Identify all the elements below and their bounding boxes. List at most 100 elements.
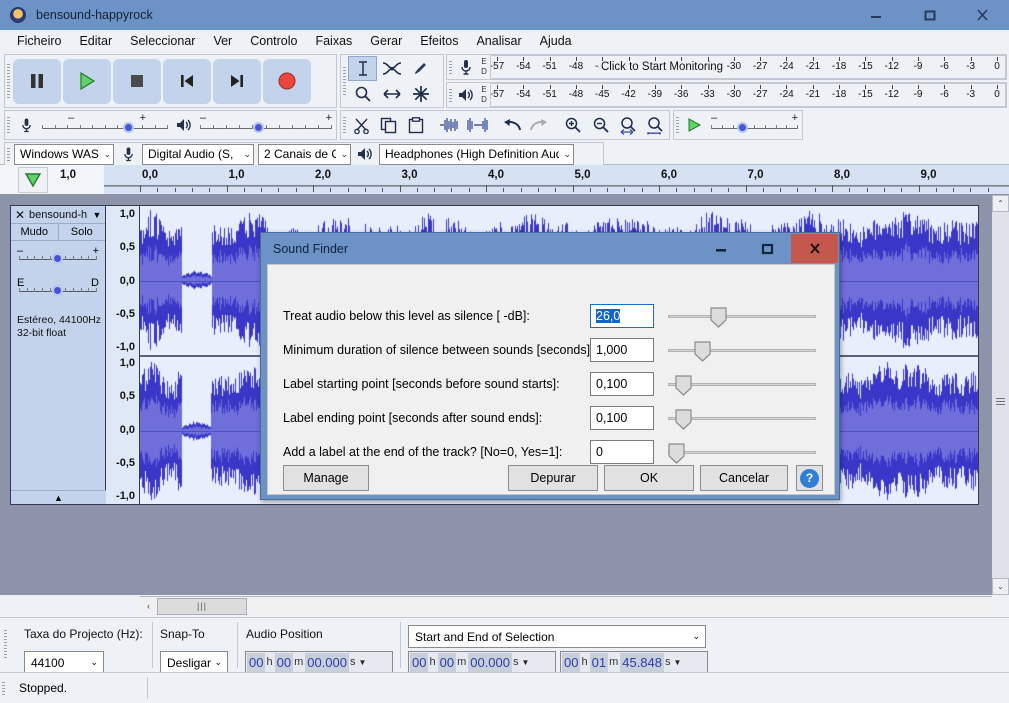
cancel-button[interactable]: Cancelar: [700, 465, 788, 491]
recording-meter-scale[interactable]: Click to Start Monitoring -57-54-51-48-4…: [490, 55, 1006, 79]
window-close-button[interactable]: [956, 0, 1009, 30]
paste-button[interactable]: [403, 112, 430, 138]
rec-vol-knob[interactable]: [123, 122, 134, 133]
menu-efeitos[interactable]: Efeitos: [411, 32, 467, 50]
label-end-input[interactable]: 0,100: [590, 406, 654, 430]
tools-toolbar-grip[interactable]: [341, 56, 348, 106]
window-maximize-button[interactable]: [903, 0, 956, 30]
fit-selection-button[interactable]: [614, 112, 641, 138]
track-collapse-button[interactable]: ▲: [11, 490, 106, 504]
zoom-out-button[interactable]: [587, 112, 614, 138]
solo-button[interactable]: Solo: [58, 224, 105, 240]
label-end-slider-thumb[interactable]: [674, 409, 692, 430]
track-close-button[interactable]: ✕: [11, 208, 29, 222]
menu-editar[interactable]: Editar: [70, 32, 121, 50]
mixer-toolbar-grip[interactable]: [5, 112, 12, 138]
snapto-select[interactable]: Desligar ⌄: [160, 651, 228, 674]
trim-outside-icon[interactable]: [437, 112, 464, 138]
menu-gerar[interactable]: Gerar: [361, 32, 411, 50]
recording-meter-toolbar[interactable]: ED Click to Start Monitoring -57 -54 -51 -4…: [446, 54, 1007, 80]
vertical-scrollbar[interactable]: ⌃ ⌄: [992, 195, 1009, 595]
playback-meter-grip[interactable]: [447, 84, 454, 106]
scroll-up-button[interactable]: ⌃: [992, 195, 1009, 212]
playback-meter-scale[interactable]: -57 -54 -51 -48 -45 -42 -39 -36 -33 -30 -27 -24 -21-…: [490, 83, 1006, 107]
audio-position-time[interactable]: 00 h 00 m 00.000 s ▼: [245, 651, 393, 673]
window-minimize-button[interactable]: [850, 0, 903, 30]
horizontal-scrollbar[interactable]: ‹ |||: [140, 596, 992, 615]
selection-end-time[interactable]: 00 h 01 m 45.848 s ▼: [560, 651, 708, 673]
ok-button[interactable]: OK: [604, 465, 694, 491]
menu-faixas[interactable]: Faixas: [306, 32, 361, 50]
project-rate-select[interactable]: 44100 ⌄: [24, 651, 104, 674]
edit-toolbar-grip[interactable]: [341, 112, 348, 138]
track-vertical-ruler[interactable]: 1,0 0,5 0,0 -0,5 -1,0 1,0 0,5 0,0 -0,5 -1,0: [106, 206, 140, 504]
redo-arrow-icon[interactable]: [526, 112, 553, 138]
selection-toolbar-grip[interactable]: [2, 620, 9, 668]
play-speed-grip[interactable]: [674, 112, 681, 138]
playback-meter-toolbar[interactable]: ED -57 -54 -51 -48 -45 -42 -39 -36 -33 -30 -27 -24-…: [446, 82, 1007, 108]
track-menu-dropdown-icon[interactable]: ▼: [89, 210, 105, 220]
label-start-input[interactable]: 0,100: [590, 372, 654, 396]
magnifier-icon[interactable]: [348, 81, 377, 106]
debug-button[interactable]: Depurar: [508, 465, 598, 491]
recording-meter-grip[interactable]: [447, 56, 454, 78]
copy-button[interactable]: [375, 112, 402, 138]
gain-knob[interactable]: [52, 253, 63, 264]
track-gain-slider[interactable]: – +: [17, 245, 99, 268]
skip-to-end-button[interactable]: [213, 58, 261, 104]
vertical-scroll-thumb[interactable]: [996, 398, 1005, 407]
menu-ajuda[interactable]: Ajuda: [531, 32, 581, 50]
speed-knob[interactable]: [737, 122, 748, 133]
track-pan-slider[interactable]: E D: [17, 277, 99, 300]
label-at-end-input[interactable]: 0: [590, 440, 654, 464]
dialog-maximize-button[interactable]: [744, 234, 791, 263]
transport-toolbar-grip[interactable]: [5, 61, 12, 101]
play-button[interactable]: [63, 58, 111, 104]
horizontal-scroll-thumb[interactable]: |||: [157, 597, 247, 615]
pan-knob[interactable]: [52, 285, 63, 296]
menu-seleccionar[interactable]: Seleccionar: [121, 32, 204, 50]
selection-start-time[interactable]: 00 h 00 m 00.000 s ▼: [408, 651, 556, 673]
audio-host-select[interactable]: Windows WAS ⌄: [14, 143, 114, 165]
label-start-slider[interactable]: [668, 372, 816, 396]
chevron-down-icon[interactable]: ▼: [522, 658, 532, 667]
chevron-down-icon[interactable]: ▼: [674, 658, 684, 667]
playback-speed-slider[interactable]: – +: [707, 112, 802, 138]
manage-button[interactable]: Manage: [283, 465, 369, 491]
dialog-close-button[interactable]: [791, 234, 838, 263]
asterisk-icon[interactable]: [406, 81, 435, 106]
arrows-horizontal-icon[interactable]: [377, 81, 406, 106]
zoom-in-button[interactable]: [560, 112, 587, 138]
help-button[interactable]: ?: [796, 465, 823, 491]
undo-arrow-icon[interactable]: [498, 112, 525, 138]
device-toolbar-grip[interactable]: [5, 144, 12, 164]
play-vol-knob[interactable]: [253, 122, 264, 133]
silence-level-slider[interactable]: [668, 304, 816, 328]
selection-mode-select[interactable]: Start and End of Selection ⌄: [408, 625, 706, 648]
i-beam-icon[interactable]: [348, 56, 377, 81]
label-at-end-slider-thumb[interactable]: [668, 443, 685, 464]
label-start-slider-thumb[interactable]: [674, 375, 692, 396]
timeline-ruler[interactable]: 1,0 0,0 1,0 2,0 3,0 4,0 5,0 6,0 7,0 8,0 9,0: [0, 165, 1009, 195]
recording-device-select[interactable]: Digital Audio (S, ⌄: [142, 143, 254, 165]
dialog-minimize-button[interactable]: [697, 234, 744, 263]
recording-channels-select[interactable]: 2 Canais de Gra ⌄: [258, 143, 351, 165]
skip-to-start-button[interactable]: [163, 58, 211, 104]
scroll-down-button[interactable]: ⌄: [992, 578, 1009, 595]
scroll-left-button[interactable]: ‹: [140, 597, 157, 615]
silence-selection-icon[interactable]: [464, 112, 491, 138]
monitoring-hint[interactable]: Click to Start Monitoring: [599, 61, 726, 73]
menu-ficheiro[interactable]: Ficheiro: [8, 32, 70, 50]
pause-button[interactable]: [13, 58, 61, 104]
menu-controlo[interactable]: Controlo: [241, 32, 306, 50]
chevron-down-icon[interactable]: ▼: [359, 658, 369, 667]
recording-volume-slider[interactable]: – +: [38, 112, 172, 138]
pinned-play-head-icon[interactable]: [18, 167, 48, 193]
menu-ver[interactable]: Ver: [204, 32, 241, 50]
play-at-speed-button[interactable]: [681, 117, 707, 133]
playback-volume-slider[interactable]: – +: [196, 112, 336, 138]
pencil-icon[interactable]: [406, 56, 435, 81]
min-silence-duration-input[interactable]: 1,000: [590, 338, 654, 362]
label-end-slider[interactable]: [668, 406, 816, 430]
vertical-scroll-track[interactable]: [992, 212, 1009, 578]
